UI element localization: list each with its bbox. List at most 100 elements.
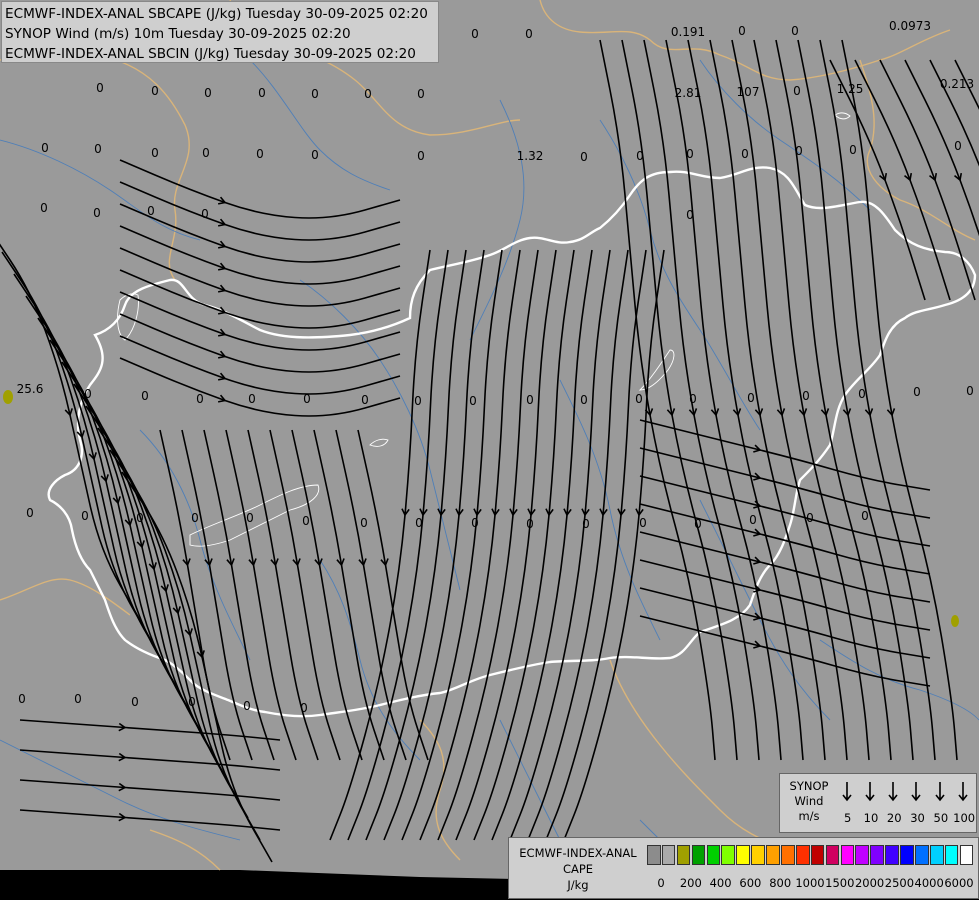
cape-tick: 200 [679,876,702,890]
grid-value-label: 0 [151,84,159,98]
synop-legend-subtitle: Wind [794,794,824,808]
cape-swatch [676,845,691,865]
wind-arrow-10-icon [865,782,875,802]
grid-value-label: 0 [311,87,319,101]
grid-value-label: 25.6 [17,382,44,396]
cape-swatch [825,845,840,865]
speed-tick: 5 [843,811,852,825]
synop-legend-title: SYNOP [789,779,829,793]
grid-value-label: 1.25 [837,82,864,96]
grid-value-label: 0 [686,208,694,222]
wind-arrow-30-icon [911,782,921,802]
grid-value-label: 0 [188,695,196,709]
cape-swatch [661,845,676,865]
grid-value-label: 0 [41,141,49,155]
grid-value-label: 0 [749,513,757,527]
grid-value-label: 0 [361,393,369,407]
grid-value-label: 0 [795,144,803,158]
weather-map[interactable]: 0 0 0 0 0.191 0 0 0.0973 0 0 0 0 0 0 0 2.81 107 0 1.25 0.21… [0,0,979,900]
cape-swatch [870,845,884,865]
grid-value-label: 0 [582,517,590,531]
grid-value-label: 0 [414,394,422,408]
grid-value-label: 0 [258,86,266,100]
grid-value-label: 0 [303,392,311,406]
grid-value-label: 0 [94,142,102,156]
cape-tick: 400 [709,876,732,890]
grid-value-label: 0 [248,392,256,406]
grid-value-label: 0 [738,24,746,38]
grid-value-label: 0 [311,148,319,162]
cape-color-legend: ECMWF-INDEX-ANAL CAPE J/kg 0 200 400 600 800… [508,837,979,899]
grid-value-label: 1.32 [517,149,544,163]
cape-swatch [840,845,855,865]
wind-arrow-5-icon [842,782,852,802]
grid-value-label: 0 [635,392,643,406]
synop-legend-unit: m/s [798,809,820,823]
cape-legend-title: ECMWF-INDEX-ANAL [519,846,637,860]
grid-value-label: 0 [861,509,869,523]
speed-tick: 50 [933,811,949,825]
grid-value-label: 0 [40,201,48,215]
synop-legend-label: SYNOP Wind m/s [784,779,834,824]
grid-value-label: 2.81 [675,86,702,100]
grid-value-label: 0 [84,387,92,401]
cape-swatch [795,845,810,865]
grid-value-label: 0 [93,206,101,220]
cape-cell [3,390,13,404]
cape-swatch [929,845,944,865]
cape-swatch [810,845,825,865]
grid-value-label: 0 [580,150,588,164]
grid-value-label: 0.0973 [889,19,931,33]
synop-speed-ticks: 5 10 20 30 50 100 [836,811,976,827]
grid-value-label: 0 [694,517,702,531]
grid-value-label: 0 [196,392,204,406]
grid-value-label: 0 [791,24,799,38]
cape-swatch [915,845,929,865]
speed-tick: 100 [953,811,976,825]
grid-value-label: 0 [689,392,697,406]
cape-swatch [855,845,870,865]
speed-tick: 10 [863,811,879,825]
grid-value-label: 0 [243,699,251,713]
grid-value-label: 0 [793,84,801,98]
grid-value-label: 0 [858,387,866,401]
wind-arrow-50-icon [935,782,945,802]
grid-value-label: 0 [204,86,212,100]
grid-value-label: 0 [415,516,423,530]
grid-value-label: 0 [136,511,144,525]
grid-value-label: 0 [256,147,264,161]
map-viewer[interactable]: 0 0 0 0 0.191 0 0 0.0973 0 0 0 0 0 0 0 2.81 107 0 1.25 0.21… [0,0,979,900]
wind-arrow-100-icon [958,782,968,802]
cape-swatch [706,845,721,865]
grid-value-label: 0 [74,692,82,706]
grid-value-label: 0 [147,204,155,218]
grid-value-label: 0 [131,695,139,709]
grid-value-label: 0 [636,149,644,163]
grid-value-label: 0 [806,511,814,525]
cape-swatch [885,845,899,865]
grid-value-label: 0 [81,509,89,523]
grid-value-label: 0 [580,393,588,407]
grid-value-label: 0 [302,514,310,528]
grid-value-label: 0 [26,506,34,520]
cape-swatch [781,845,795,865]
cape-tick: 1500 [825,876,855,890]
cape-tick: 4000 [914,876,944,890]
wind-arrow-20-icon [888,782,898,802]
cape-tick: 0 [657,876,665,890]
cape-tick: 600 [739,876,762,890]
cape-swatch [959,845,974,865]
grid-value-label: 0 [469,394,477,408]
cape-cell [951,615,959,627]
grid-value-label: 0.213 [940,77,974,91]
wind-arrow-samples [842,782,968,802]
cape-swatch [900,845,914,865]
cape-swatch [647,845,661,865]
cape-legend-label: ECMWF-INDEX-ANAL CAPE J/kg [513,845,643,893]
grid-value-label: 0 [360,516,368,530]
grid-value-label: 0 [802,389,810,403]
cape-tick: 2000 [854,876,885,890]
grid-value-label: 0 [639,516,647,530]
grid-value-label: 0 [191,511,199,525]
grid-value-label: 0 [966,384,974,398]
